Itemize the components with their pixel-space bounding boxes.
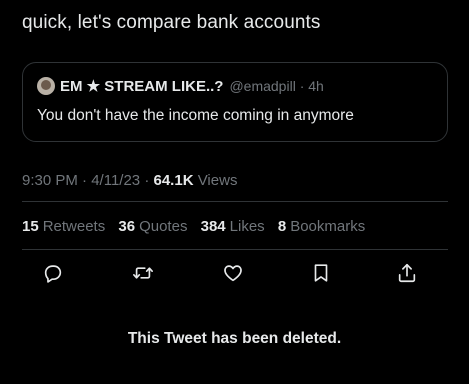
tweet-text: quick, let's compare bank accounts [22,12,321,33]
avatar[interactable] [37,77,55,95]
quotes-count: 36 [118,218,136,235]
engagement-stats: 15 Retweets 36 Quotes 384 Likes 8 Bookmarks [22,218,374,235]
likes-label: Likes [229,218,265,235]
likes-count: 384 [200,218,226,235]
retweets-count: 15 [22,218,39,235]
deleted-notice: This Tweet has been deleted. [127,330,342,347]
retweet-icon [133,267,153,279]
quotes-stat[interactable]: 36 Quotes [118,218,187,235]
views-count: 64.1K [153,172,194,189]
reply-icon [44,265,62,283]
bookmarks-count: 8 [277,218,287,235]
likes-stat[interactable]: 384 Likes [201,218,265,235]
retweet-button[interactable] [132,262,156,286]
meta-separator: · [299,78,305,94]
bookmarks-stat[interactable]: 8 Bookmarks [278,218,365,235]
action-bar [42,262,422,288]
quoted-age: 4h [308,78,324,94]
retweets-label: Retweets [42,218,106,235]
retweets-stat[interactable]: 15 Retweets [22,218,105,235]
quoted-tweet-card[interactable]: EM ★ STREAM LIKE..? @emadpill · 4h You d… [22,62,448,142]
like-button[interactable] [222,262,246,286]
bookmarks-label: Bookmarks [290,218,366,235]
quoted-tweet-header: EM ★ STREAM LIKE..? @emadpill · 4h [37,77,324,95]
like-icon [224,265,242,282]
bookmark-icon [314,264,328,282]
divider [22,249,448,250]
tweet-time[interactable]: 9:30 PM [22,172,78,189]
meta-separator: · [144,172,150,189]
bookmark-button[interactable] [310,262,334,286]
views-label: Views [197,172,238,189]
tweet-date[interactable]: 4/11/23 [91,172,140,189]
tweet-meta: 9:30 PM · 4/11/23 · 64.1K Views [22,172,237,189]
quoted-handle[interactable]: @emadpill [229,78,295,94]
reply-button[interactable] [42,262,66,286]
quoted-display-name[interactable]: EM ★ STREAM LIKE..? [60,77,223,95]
share-button[interactable] [396,262,420,286]
quotes-label: Quotes [139,218,188,235]
share-icon [398,263,416,283]
meta-separator: · [82,172,88,189]
quoted-tweet-text: You don't have the income coming in anym… [37,107,354,124]
divider [22,201,448,202]
